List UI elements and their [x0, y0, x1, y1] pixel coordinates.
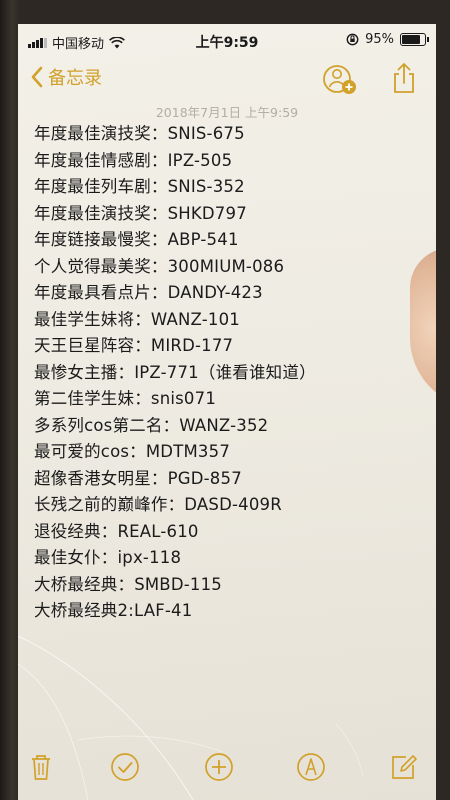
note-line: 年度链接最慢奖：ABP-541 — [34, 230, 239, 249]
note-line: 年度最具看点片：DANDY-423 — [34, 283, 263, 302]
note-line: 退役经典：REAL-610 — [34, 521, 199, 541]
note-line: 长残之前的巅峰作：DASD-409R — [34, 495, 282, 514]
note-line: 最佳女仆：ipx-118 — [34, 548, 182, 567]
checklist-icon — [111, 753, 139, 781]
note-line: 大桥最经典：SMBD-115 — [34, 574, 222, 594]
note-line: 年度最佳列车剧：SNIS-352 — [34, 177, 245, 196]
note-date: 2018年7月1日 上午9:59 — [155, 105, 299, 120]
nav-bar: 备忘录 — [18, 58, 436, 102]
note-line: 第二佳学生妹：snis071 — [34, 389, 217, 408]
back-button[interactable]: 备忘录 — [30, 64, 102, 90]
markup-pen-icon — [297, 753, 325, 781]
note-line: 超像香港女明星：PGD-857 — [34, 468, 242, 488]
battery-level-fill — [402, 35, 421, 44]
add-collaborator-icon[interactable] — [322, 62, 358, 96]
markup-button[interactable] — [294, 750, 328, 784]
note-line: 最佳学生妹将：WANZ-101 — [34, 309, 241, 329]
note-line: 多系列cos第二名：WANZ-352 — [34, 415, 269, 435]
note-line: 个人觉得最美奖：300MIUM-086 — [34, 256, 285, 276]
checklist-button[interactable] — [108, 750, 142, 784]
add-icon — [205, 753, 233, 781]
note-line: 年度最佳情感剧：IPZ-505 — [34, 150, 233, 170]
battery-icon — [400, 33, 429, 46]
add-button[interactable] — [202, 750, 236, 784]
note-line: 天王巨星阵容：MIRD-177 — [34, 336, 234, 355]
share-icon[interactable] — [390, 62, 418, 94]
note-line: 年度最佳演技奖：SNIS-675 — [34, 124, 245, 143]
note-line: 年度最佳演技奖：SHKD797 — [34, 203, 247, 223]
note-line: 大桥最经典2:LAF-41 — [34, 601, 193, 620]
status-right: 95% — [346, 32, 429, 47]
trash-icon — [32, 755, 50, 780]
note-line: 最惨女主播：IPZ-771（谁看谁知道） — [34, 362, 316, 382]
phone-screen: 中国移动 上午9:59 95% 备忘录 2018年7月1日 上午9:59 年度最… — [18, 24, 436, 800]
battery-percent: 95% — [365, 32, 394, 47]
trash-button[interactable] — [24, 750, 58, 784]
status-bar: 中国移动 上午9:59 95% — [18, 24, 436, 58]
back-label: 备忘录 — [48, 68, 102, 89]
note-body[interactable]: 年度最佳演技奖：SNIS-675 年度最佳情感剧：IPZ-505 年度最佳列车剧：S… — [34, 121, 430, 625]
orientation-lock-icon — [346, 33, 359, 46]
bottom-toolbar — [18, 746, 436, 792]
chevron-left-icon — [31, 66, 43, 88]
compose-button[interactable] — [386, 750, 420, 784]
compose-icon — [392, 755, 417, 779]
note-line: 最可爱的cos：MDTM357 — [34, 442, 231, 461]
